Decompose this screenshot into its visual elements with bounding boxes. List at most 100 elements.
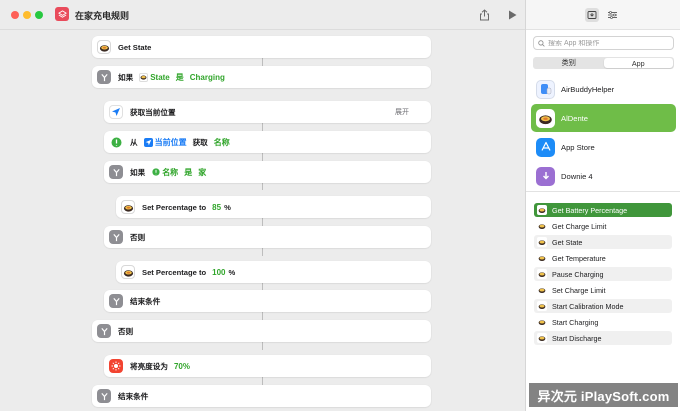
search-icon: [538, 39, 545, 47]
action-title: 否则: [118, 326, 134, 336]
segment-categories[interactable]: 类别: [534, 58, 604, 68]
name-variable-token[interactable]: 名称: [151, 167, 178, 178]
action-end-if-inner[interactable]: 结束条件: [104, 290, 431, 312]
action-item-get-charge-limit[interactable]: Get Charge Limit: [534, 219, 672, 233]
get-keyword: 获取: [192, 137, 208, 147]
connector: [262, 123, 263, 131]
percent-unit: %: [224, 202, 231, 212]
aldente-icon: [537, 221, 547, 231]
share-icon[interactable]: [477, 8, 491, 22]
action-item-get-battery-percentage[interactable]: Get Battery Percentage: [534, 203, 672, 217]
aldente-icon: [97, 40, 111, 54]
aldente-icon: [536, 108, 555, 128]
expand-toggle[interactable]: 展开: [395, 107, 409, 117]
close-window-button[interactable]: [11, 11, 19, 19]
state-variable-token[interactable]: State: [139, 72, 170, 82]
if-keyword: 如果: [118, 72, 134, 82]
action-item-get-temperature[interactable]: Get Temperature: [534, 251, 672, 265]
location-arrow-icon: [143, 137, 153, 147]
action-set-percentage-85[interactable]: Set Percentage to 85 %: [116, 196, 431, 218]
detail-parameter[interactable]: 名称: [214, 137, 230, 148]
action-end-if-outer[interactable]: 结束条件: [92, 385, 431, 407]
action-set-percentage-100[interactable]: Set Percentage to 100 %: [116, 261, 431, 283]
site-watermark: 异次元 iPlaySoft.com: [529, 383, 678, 407]
current-location-token[interactable]: 当前位置: [143, 137, 187, 148]
action-title: 结束条件: [130, 296, 161, 306]
percentage-value[interactable]: 85: [212, 203, 221, 212]
aldente-icon: [537, 317, 547, 327]
aldente-icon: [537, 237, 547, 247]
action-item-set-charge-limit[interactable]: Set Charge Limit: [534, 283, 672, 297]
action-get-current-location[interactable]: 获取当前位置 展开: [104, 101, 431, 123]
aldente-icon: [537, 285, 547, 295]
action-get-state[interactable]: Get State: [92, 36, 431, 58]
action-item-pause-charging[interactable]: Pause Charging: [534, 267, 672, 281]
action-item-start-charging[interactable]: Start Charging: [534, 315, 672, 329]
aldente-icon: [139, 72, 149, 82]
condition-value[interactable]: 家: [198, 167, 206, 178]
from-keyword: 从: [130, 137, 138, 147]
action-otherwise[interactable]: 否则: [104, 226, 431, 248]
sidebar-toolbar: [526, 0, 680, 30]
get-details-icon: [109, 135, 123, 149]
action-title: 结束条件: [118, 391, 149, 401]
appstore-icon: [536, 137, 555, 157]
branch-icon: [109, 294, 123, 308]
aldente-icon: [537, 205, 547, 215]
aldente-icon: [121, 200, 135, 214]
shortcut-icon: [55, 7, 69, 21]
branch-icon: [109, 230, 123, 244]
downie-icon: [536, 166, 555, 186]
aldente-icon: [537, 253, 547, 263]
shortcut-editor: Get State 如果 State 是 Charging 获取当前位置 展开 …: [0, 30, 525, 411]
action-if-name[interactable]: 如果 名称 是 家: [104, 161, 431, 183]
location-arrow-icon: [109, 105, 123, 119]
window-title: 在家充电规则: [75, 11, 130, 21]
connector: [262, 248, 263, 256]
zoom-window-button[interactable]: [35, 11, 43, 19]
connector: [262, 153, 263, 161]
action-library-icon[interactable]: [585, 8, 599, 22]
condition-operator[interactable]: 是: [184, 167, 192, 178]
action-item-get-state[interactable]: Get State: [534, 235, 672, 249]
branch-icon: [97, 324, 111, 338]
run-icon[interactable]: [505, 8, 519, 22]
app-row-aldente[interactable]: AlDente: [531, 104, 676, 132]
aldente-icon: [537, 333, 547, 343]
action-item-start-calibration-mode[interactable]: Start Calibration Mode: [534, 299, 672, 313]
percent-unit: %: [228, 267, 236, 277]
aldente-icon: [121, 265, 135, 279]
search-field[interactable]: [533, 36, 674, 50]
percentage-value[interactable]: 100: [212, 268, 225, 277]
action-otherwise-outer[interactable]: 否则: [92, 320, 431, 342]
aldente-icon: [537, 269, 547, 279]
if-keyword: 如果: [130, 167, 146, 177]
branch-icon: [109, 165, 123, 179]
action-set-brightness[interactable]: 将亮度设为 70%: [104, 355, 431, 377]
segment-apps[interactable]: App: [603, 58, 673, 68]
action-item-start-discharge[interactable]: Start Discharge: [534, 331, 672, 345]
connector: [262, 312, 263, 320]
connector: [262, 58, 263, 66]
action-title: 将亮度设为: [130, 361, 168, 371]
branch-icon: [97, 70, 111, 84]
app-row-appstore[interactable]: App Store: [531, 133, 676, 161]
action-library-sidebar: 类别 App AirBuddyHelper AlDente App Store …: [525, 0, 680, 411]
condition-value[interactable]: Charging: [190, 73, 225, 82]
get-details-icon: [151, 168, 160, 177]
connector: [262, 342, 263, 350]
search-input[interactable]: [548, 39, 668, 47]
connector: [262, 377, 263, 385]
action-title: 获取当前位置: [130, 107, 176, 117]
action-title: 否则: [130, 232, 146, 242]
action-if-state[interactable]: 如果 State 是 Charging: [92, 66, 431, 88]
details-sliders-icon[interactable]: [605, 8, 619, 22]
brightness-value[interactable]: 70%: [174, 362, 190, 371]
aldente-icon: [537, 301, 547, 311]
action-get-location-details[interactable]: 从 当前位置 获取 名称: [104, 131, 431, 153]
app-row-downie[interactable]: Downie 4: [531, 162, 676, 190]
condition-operator[interactable]: 是: [176, 72, 184, 83]
minimize-window-button[interactable]: [23, 11, 31, 19]
app-row-airbuddyhelper[interactable]: AirBuddyHelper: [531, 75, 676, 103]
connector: [262, 218, 263, 226]
